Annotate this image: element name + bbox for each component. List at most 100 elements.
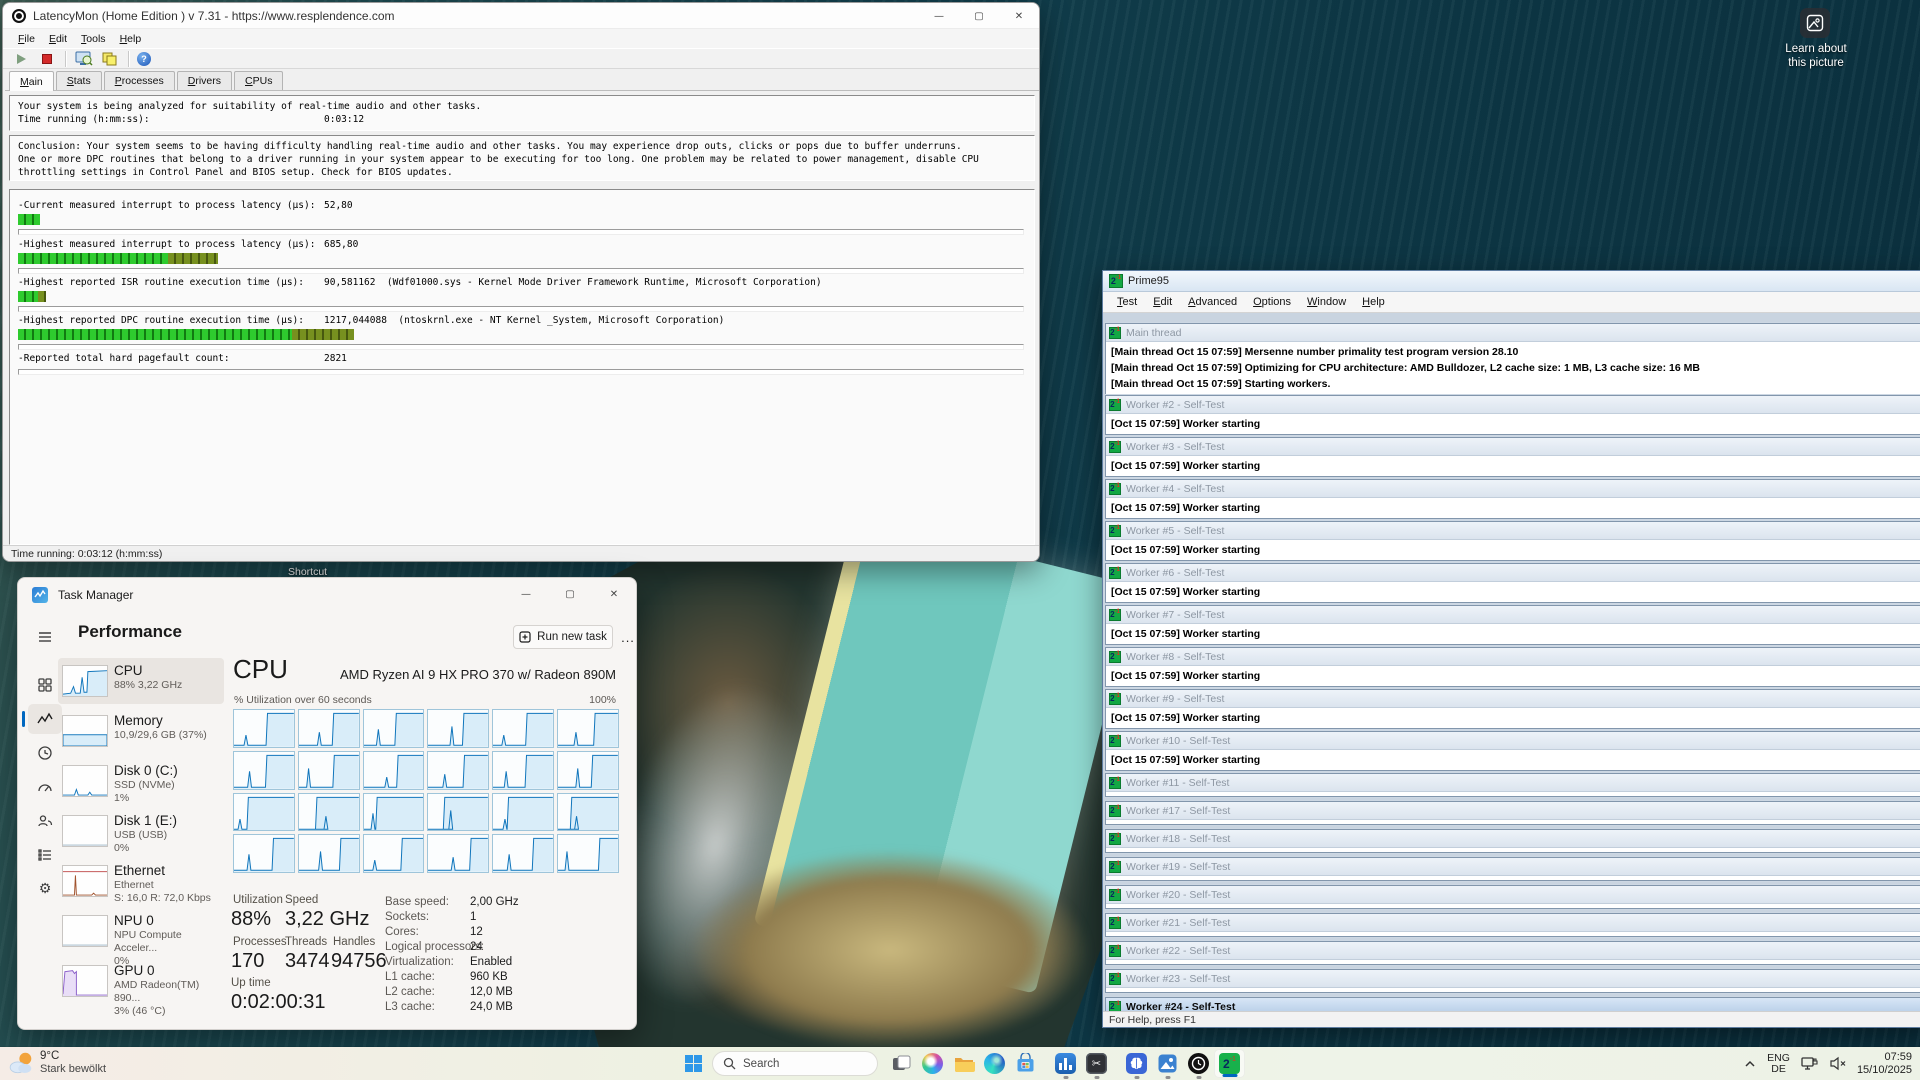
help-icon[interactable]: ? — [137, 52, 151, 66]
clock[interactable]: 07:59 15/10/2025 — [1857, 1051, 1912, 1077]
photos-button[interactable] — [1152, 1047, 1183, 1080]
close-button[interactable]: ✕ — [592, 578, 636, 610]
maximize-button[interactable]: ▢ — [548, 578, 592, 610]
microsoft-store-button[interactable] — [1010, 1047, 1041, 1080]
worker-window[interactable]: Worker #20 - Self-Test — [1105, 885, 1920, 909]
worker-log: [Oct 15 07:59] Worker starting — [1106, 456, 1920, 476]
minimize-button[interactable]: — — [919, 3, 959, 29]
worker-window[interactable]: Worker #8 - Self-Test [Oct 15 07:59] Wor… — [1105, 647, 1920, 687]
perf-item-disk0[interactable]: Disk 0 (C:) SSD (NVMe) 1% — [58, 758, 224, 804]
menu-window[interactable]: Window — [1299, 294, 1354, 310]
rail-menu-button[interactable] — [28, 622, 62, 652]
rail-performance[interactable] — [28, 704, 62, 734]
brain-app-button[interactable] — [1121, 1047, 1152, 1080]
worker-window[interactable]: Worker #10 - Self-Test [Oct 15 07:59] Wo… — [1105, 731, 1920, 771]
worker-window[interactable]: Worker #17 - Self-Test — [1105, 801, 1920, 825]
child-title: Worker #7 - Self-Test — [1126, 609, 1224, 621]
menu-edit[interactable]: Edit — [42, 31, 74, 47]
rail-startup-apps[interactable] — [28, 772, 62, 802]
main-thread-window[interactable]: Main thread [Main thread Oct 15 07:59] M… — [1105, 323, 1920, 395]
metric-current-latency: -Current measured interrupt to process l… — [18, 200, 1024, 235]
page-title: Performance — [78, 622, 182, 642]
menu-tools[interactable]: Tools — [74, 31, 113, 47]
rail-services[interactable]: ⚙ — [28, 874, 62, 904]
perf-item-cpu[interactable]: CPU 88% 3,22 GHz — [58, 658, 224, 704]
worker-window[interactable]: Worker #23 - Self-Test — [1105, 969, 1920, 993]
edge-button[interactable] — [979, 1047, 1010, 1080]
menu-advanced[interactable]: Advanced — [1180, 294, 1245, 310]
tab-processes[interactable]: Processes — [104, 71, 175, 90]
prime95-icon — [1109, 525, 1121, 537]
snipping-tool-button[interactable]: ✂ — [1081, 1047, 1112, 1080]
tab-cpus[interactable]: CPUs — [234, 71, 283, 90]
prime95-taskbar-button[interactable] — [1214, 1049, 1245, 1078]
worker-window[interactable]: Worker #6 - Self-Test [Oct 15 07:59] Wor… — [1105, 563, 1920, 603]
learn-about-picture-widget[interactable]: Learn about this picture — [1800, 8, 1920, 70]
rail-details[interactable] — [28, 840, 62, 870]
more-options-button[interactable]: ... — [617, 625, 637, 649]
perf-item-disk1[interactable]: Disk 1 (E:) USB (USB) 0% — [58, 808, 224, 854]
analysis-line: Your system is being analyzed for suitab… — [18, 100, 1026, 113]
tab-stats[interactable]: Stats — [56, 71, 102, 90]
maximize-button[interactable]: ▢ — [959, 3, 999, 29]
menu-options[interactable]: Options — [1245, 294, 1299, 310]
menu-edit[interactable]: Edit — [1145, 294, 1180, 310]
windows-tool-icon[interactable] — [100, 51, 120, 67]
task-view-button[interactable] — [886, 1047, 917, 1080]
minimize-button[interactable]: — — [504, 578, 548, 610]
prime95-icon — [1109, 889, 1121, 901]
search-input[interactable]: Search — [712, 1051, 878, 1076]
worker-window[interactable]: Worker #9 - Self-Test [Oct 15 07:59] Wor… — [1105, 689, 1920, 729]
network-ethernet-icon[interactable] — [1800, 1055, 1819, 1072]
worker-window[interactable]: Worker #11 - Self-Test — [1105, 773, 1920, 797]
rail-processes[interactable] — [28, 670, 62, 700]
file-explorer-button[interactable] — [948, 1047, 979, 1080]
cpu-core-graph — [233, 834, 295, 873]
start-button[interactable] — [680, 1051, 706, 1077]
worker-window[interactable]: Worker #2 - Self-Test [Oct 15 07:59] Wor… — [1105, 395, 1920, 435]
tab-main[interactable]: Main — [9, 71, 54, 91]
weather-widget[interactable]: 9°C Stark bewölkt — [8, 1050, 106, 1076]
language-switcher[interactable]: ENG DE — [1767, 1053, 1790, 1075]
taskbar: 9°C Stark bewölkt Search — [0, 1047, 1920, 1080]
menu-help[interactable]: Help — [113, 31, 149, 47]
detail-label: L2 cache: — [385, 986, 435, 998]
worker-window[interactable]: Worker #21 - Self-Test — [1105, 913, 1920, 937]
worker-window[interactable]: Worker #4 - Self-Test [Oct 15 07:59] Wor… — [1105, 479, 1920, 519]
latencymon-titlebar[interactable]: LatencyMon (Home Edition ) v 7.31 - http… — [3, 3, 1039, 29]
cpu-panel-title: CPU — [233, 654, 288, 685]
prime95-titlebar[interactable]: Prime95 — [1103, 271, 1920, 292]
menu-test[interactable]: Test — [1109, 294, 1145, 310]
copilot-button[interactable] — [917, 1047, 948, 1080]
perf-item-npu[interactable]: NPU 0 NPU Compute Acceler... 0% — [58, 908, 224, 954]
stop-monitor-button[interactable] — [37, 51, 57, 67]
picture-icon[interactable] — [1800, 8, 1830, 38]
menu-help[interactable]: Help — [1354, 294, 1393, 310]
start-monitor-button[interactable] — [11, 51, 31, 67]
prime95-icon — [1109, 861, 1121, 873]
menu-file[interactable]: File — [11, 31, 42, 47]
worker-window[interactable]: Worker #5 - Self-Test [Oct 15 07:59] Wor… — [1105, 521, 1920, 561]
monitoring-app-button[interactable] — [1050, 1047, 1081, 1080]
monitor-tool-icon[interactable] — [74, 51, 94, 67]
worker-window[interactable]: Worker #3 - Self-Test [Oct 15 07:59] Wor… — [1105, 437, 1920, 477]
detail-label: L1 cache: — [385, 971, 435, 983]
worker-window[interactable]: Worker #18 - Self-Test — [1105, 829, 1920, 853]
cpu-core-graph — [427, 793, 489, 832]
prime95-icon — [1109, 567, 1121, 579]
close-button[interactable]: ✕ — [999, 3, 1039, 29]
worker-window[interactable]: Worker #7 - Self-Test [Oct 15 07:59] Wor… — [1105, 605, 1920, 645]
tray-chevron-up-icon[interactable] — [1743, 1057, 1757, 1071]
worker-window[interactable]: Worker #19 - Self-Test — [1105, 857, 1920, 881]
tab-drivers[interactable]: Drivers — [177, 71, 232, 90]
run-new-task-button[interactable]: Run new task — [513, 625, 613, 649]
worker-window[interactable]: Worker #22 - Self-Test — [1105, 941, 1920, 965]
perf-item-memory[interactable]: Memory 10,9/29,6 GB (37%) — [58, 708, 224, 754]
perf-item-ethernet[interactable]: Ethernet Ethernet S: 16,0 R: 72,0 Kbps — [58, 858, 224, 904]
task-manager-titlebar[interactable]: Task Manager — ▢ ✕ — [18, 578, 636, 612]
perf-item-gpu[interactable]: GPU 0 AMD Radeon(TM) 890... 3% (46 °C) — [58, 958, 224, 1004]
rail-app-history[interactable] — [28, 738, 62, 768]
volume-muted-icon[interactable] — [1829, 1056, 1847, 1071]
rail-users[interactable] — [28, 806, 62, 836]
clock-app-button[interactable] — [1183, 1047, 1214, 1080]
